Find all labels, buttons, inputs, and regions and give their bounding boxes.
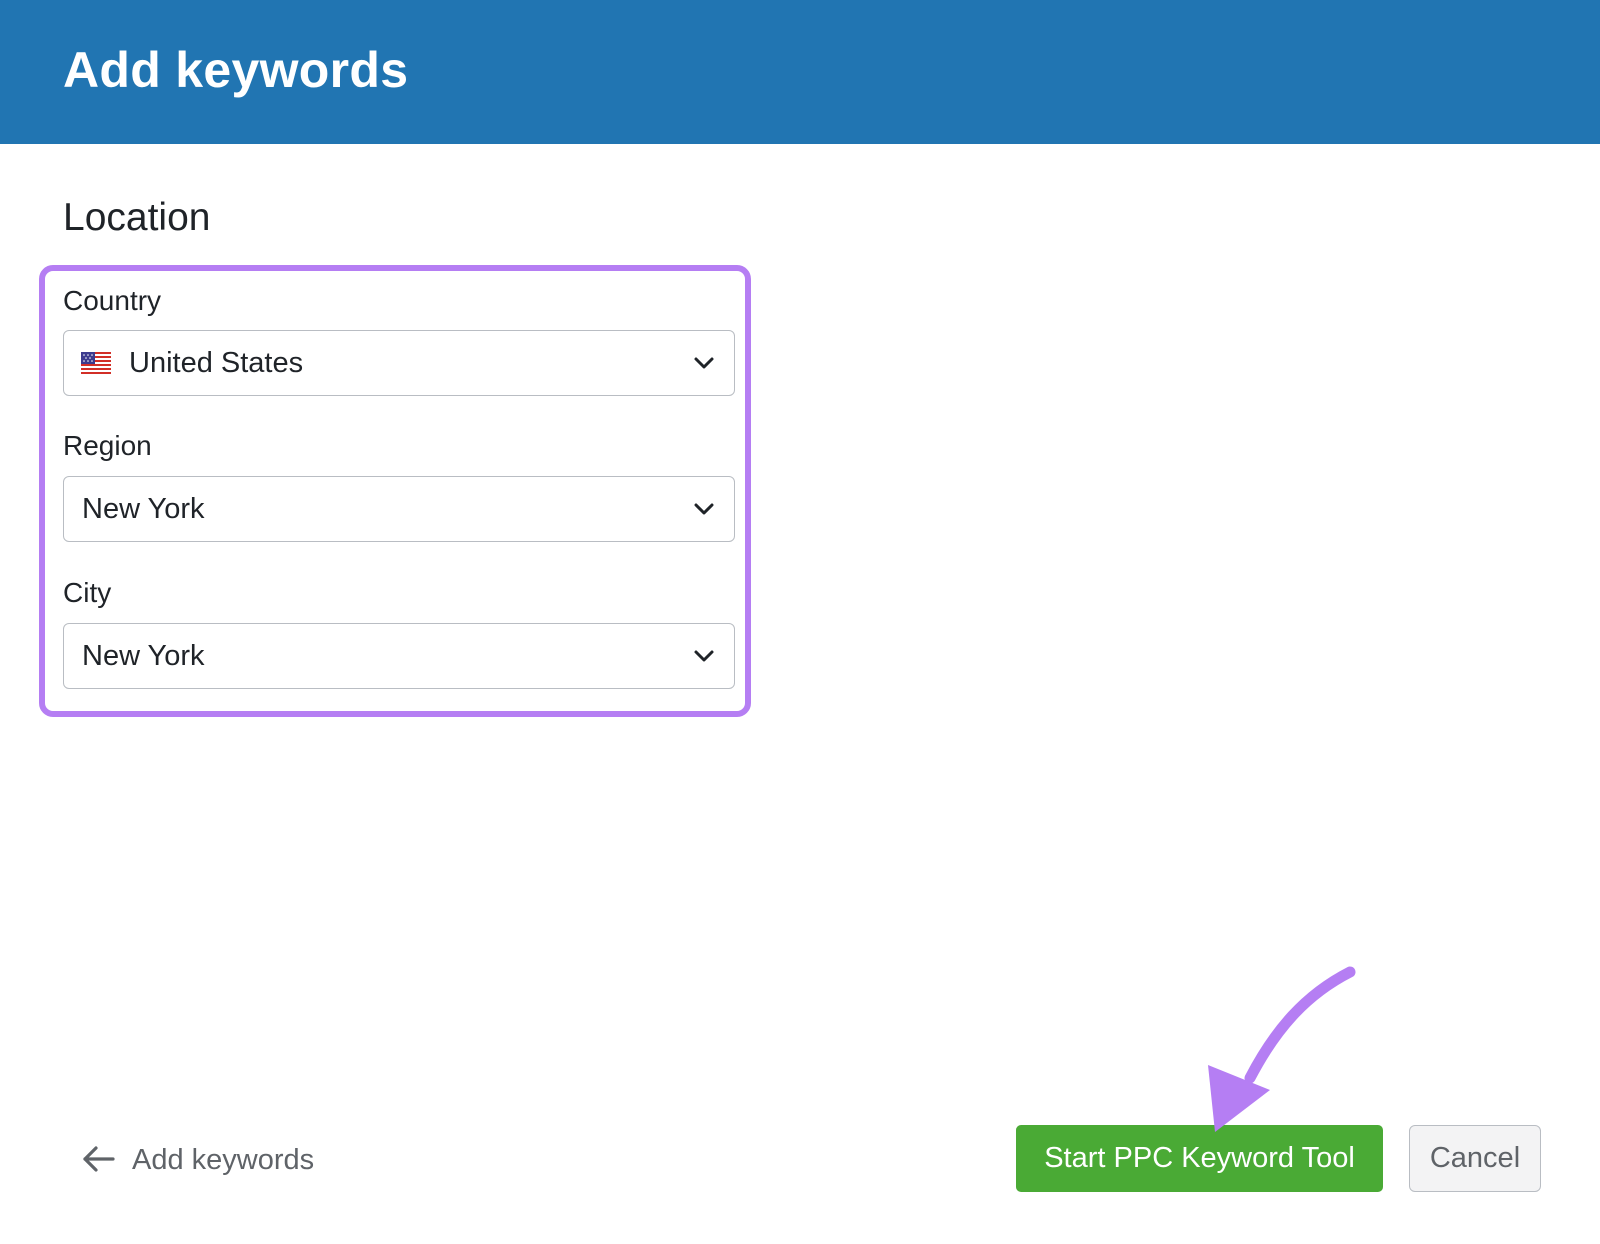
- add-keywords-dialog: Add keywords Location Country United Sta…: [0, 0, 1600, 1244]
- curved-arrow-icon: [1208, 966, 1356, 1132]
- country-select[interactable]: United States: [63, 330, 735, 396]
- city-select[interactable]: New York: [63, 623, 735, 689]
- city-label: City: [63, 577, 112, 608]
- chevron-down-icon: [694, 357, 714, 369]
- region-select[interactable]: New York: [63, 476, 735, 542]
- cancel-button[interactable]: Cancel: [1409, 1125, 1541, 1192]
- us-flag-icon: [81, 352, 111, 374]
- city-select-value: New York: [82, 640, 205, 672]
- region-label: Region: [63, 430, 152, 461]
- location-section-title: Location: [63, 196, 211, 239]
- chevron-down-icon: [694, 503, 714, 515]
- dialog-title: Add keywords: [63, 42, 409, 98]
- dialog-header: Add keywords: [0, 0, 1600, 144]
- region-select-value: New York: [82, 493, 205, 525]
- country-select-value: United States: [129, 347, 304, 379]
- country-label: Country: [63, 285, 162, 316]
- back-link-label: Add keywords: [132, 1144, 315, 1176]
- chevron-down-icon: [694, 650, 714, 662]
- arrow-left-icon: [83, 1146, 115, 1172]
